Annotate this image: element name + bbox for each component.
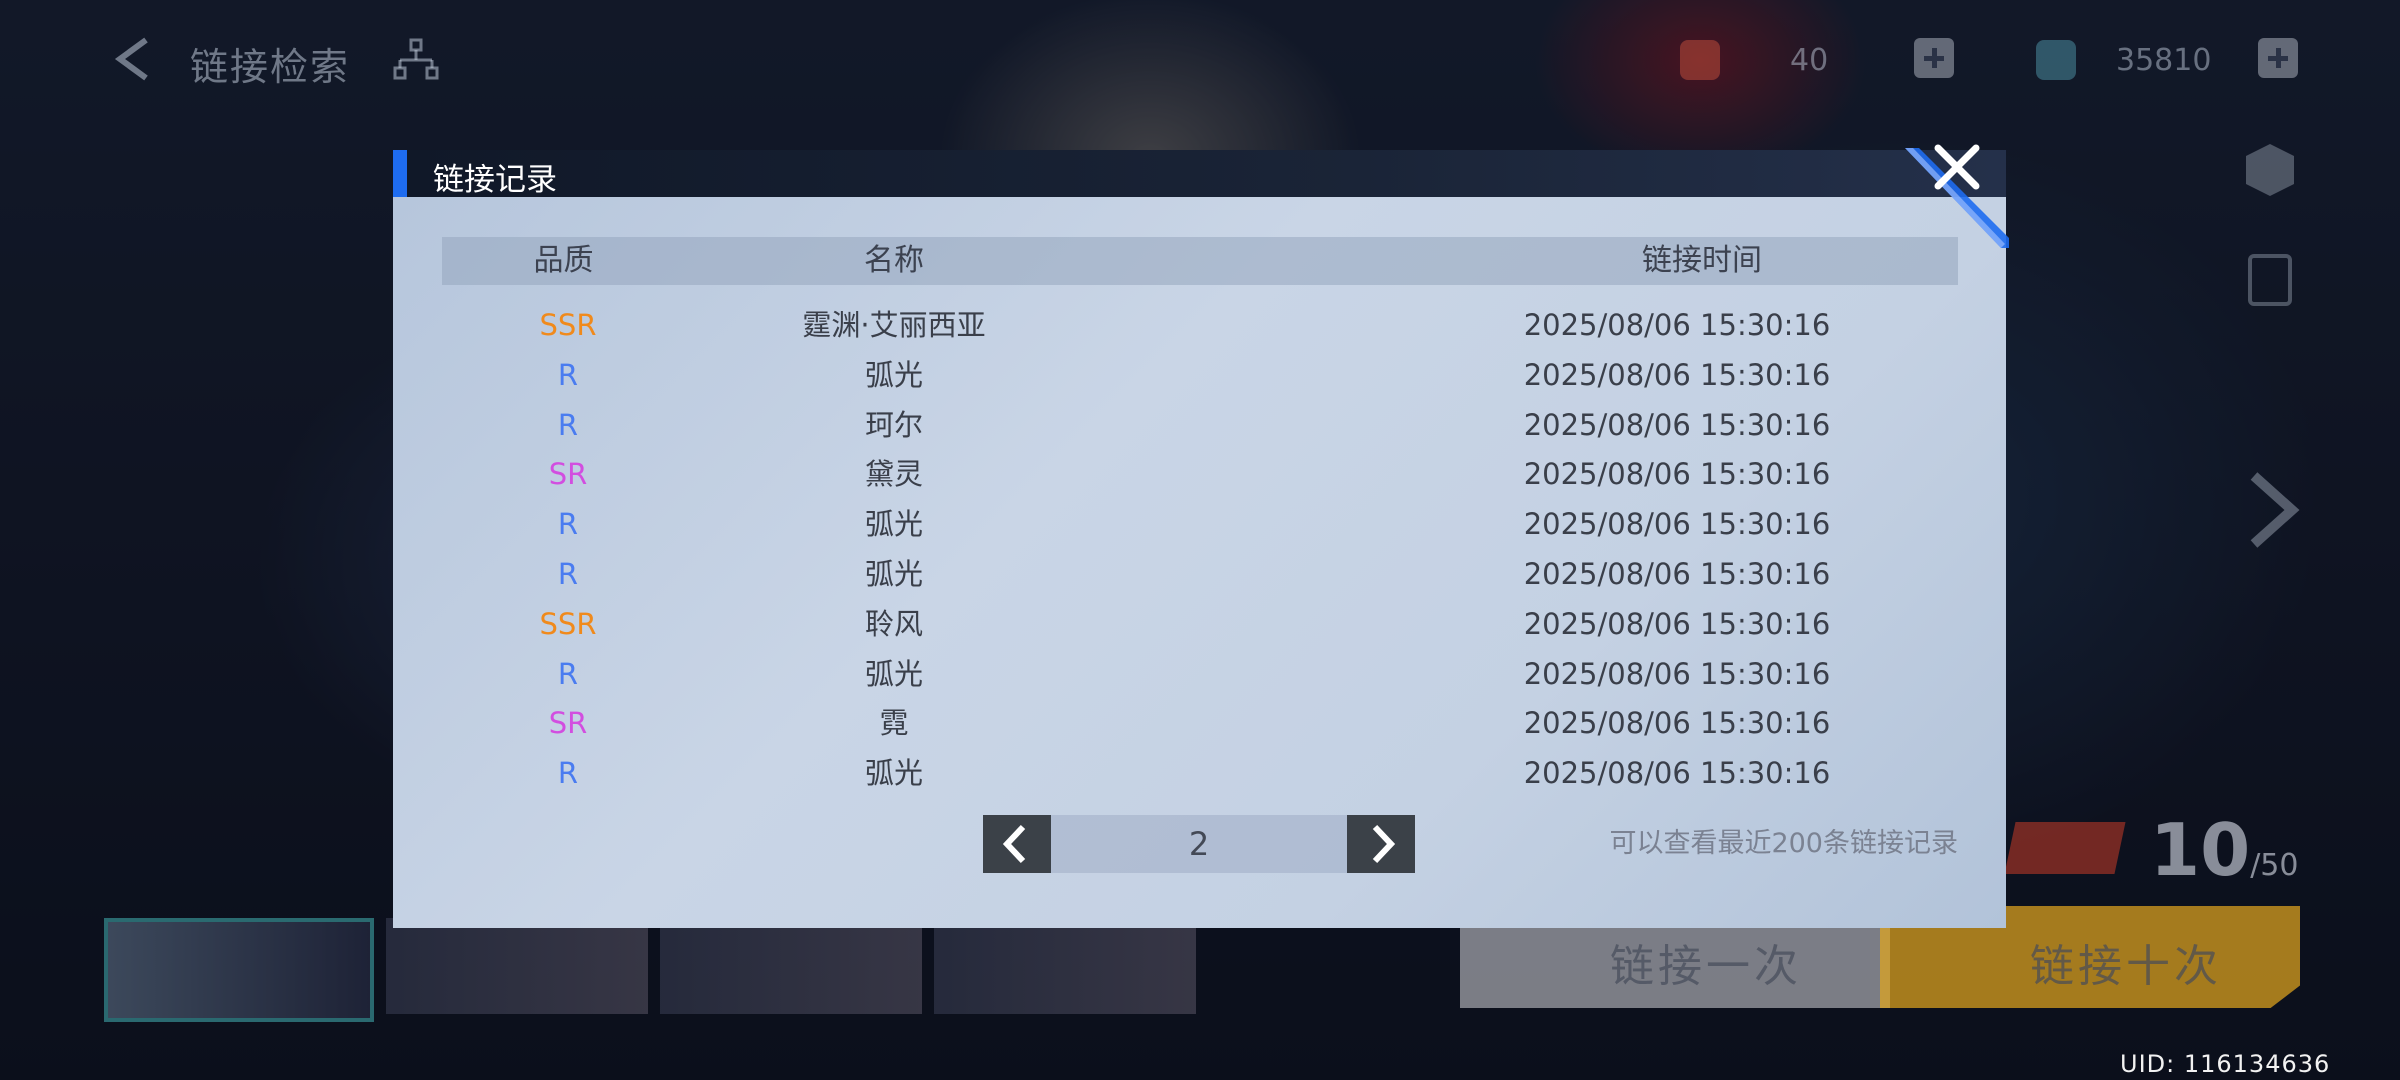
resource-1: 40 bbox=[1680, 38, 1828, 82]
crystal-icon bbox=[2036, 40, 2076, 80]
row-quality: R bbox=[557, 756, 579, 791]
row-quality: R bbox=[557, 656, 579, 691]
close-button[interactable] bbox=[1930, 140, 1984, 194]
table-row: SSR 聆风 2025/08/06 15:30:16 bbox=[442, 599, 1958, 649]
row-quality: SSR bbox=[539, 606, 597, 641]
table-row: R 弧光 2025/08/06 15:30:16 bbox=[442, 549, 1958, 599]
page-number: 2 bbox=[1051, 815, 1347, 873]
resource-2: 35810 bbox=[2036, 38, 2211, 82]
table-row: R 弧光 2025/08/06 15:30:16 bbox=[442, 649, 1958, 699]
row-time: 2025/08/06 15:30:16 bbox=[1523, 556, 1831, 591]
record-icon[interactable] bbox=[2240, 250, 2300, 310]
table-row: R 弧光 2025/08/06 15:30:16 bbox=[442, 748, 1958, 798]
page-title: 链接检索 bbox=[190, 45, 351, 89]
table-row: R 珂尔 2025/08/06 15:30:16 bbox=[442, 400, 1958, 450]
add-resource-2-button[interactable] bbox=[2258, 38, 2298, 78]
hierarchy-icon[interactable] bbox=[392, 38, 440, 82]
chevron-left-icon bbox=[1002, 824, 1026, 864]
banner-thumb[interactable] bbox=[386, 918, 648, 1014]
row-time: 2025/08/06 15:30:16 bbox=[1523, 656, 1831, 691]
banner-thumb[interactable] bbox=[934, 918, 1196, 1014]
top-bar: 链接检索 40 35810 bbox=[0, 0, 2400, 120]
table-row: R 弧光 2025/08/06 15:30:16 bbox=[442, 499, 1958, 549]
history-table: SSR 霆渊·艾丽西亚 2025/08/06 15:30:16 R 弧光 2025/08/… bbox=[442, 300, 1958, 798]
row-time: 2025/08/06 15:30:16 bbox=[1523, 507, 1831, 542]
row-name: 聆风 bbox=[864, 606, 923, 641]
prev-page-button[interactable] bbox=[983, 815, 1051, 873]
banner-thumb[interactable] bbox=[104, 918, 374, 1022]
chevron-right-icon bbox=[1372, 824, 1396, 864]
row-quality: R bbox=[557, 507, 579, 542]
header-accent bbox=[393, 150, 407, 197]
row-name: 弧光 bbox=[864, 556, 923, 591]
row-time: 2025/08/06 15:30:16 bbox=[1523, 756, 1831, 791]
row-name: 弧光 bbox=[864, 656, 923, 691]
currency-icon bbox=[1680, 40, 1720, 80]
row-quality: SR bbox=[548, 457, 588, 492]
row-name: 霆渊·艾丽西亚 bbox=[802, 308, 986, 342]
table-row: R 弧光 2025/08/06 15:30:16 bbox=[442, 350, 1958, 400]
row-quality: SSR bbox=[539, 308, 597, 342]
column-header-quality: 品质 bbox=[533, 243, 594, 278]
dialog-title: 链接记录 bbox=[433, 162, 557, 198]
next-page-button[interactable] bbox=[1347, 815, 1415, 873]
row-time: 2025/08/06 15:30:16 bbox=[1523, 357, 1831, 392]
row-name: 珂尔 bbox=[864, 407, 923, 442]
row-name: 弧光 bbox=[864, 357, 923, 392]
resource-1-value: 40 bbox=[1790, 42, 1829, 78]
resource-2-value: 35810 bbox=[2116, 42, 2212, 78]
pull-once-label: 链接一次 bbox=[1610, 941, 1802, 992]
uid-label: UID: 116134636 bbox=[2120, 1050, 2331, 1078]
row-time: 2025/08/06 15:30:16 bbox=[1523, 606, 1831, 641]
row-name: 黛灵 bbox=[864, 457, 923, 492]
row-time: 2025/08/06 15:30:16 bbox=[1523, 457, 1831, 492]
row-time: 2025/08/06 15:30:16 bbox=[1523, 407, 1831, 442]
row-quality: R bbox=[557, 407, 579, 442]
table-header: 品质 名称 链接时间 bbox=[442, 237, 1958, 285]
pull-ten-label: 链接十次 bbox=[2030, 941, 2222, 992]
add-resource-1-button[interactable] bbox=[1914, 38, 1954, 78]
banner-thumbnails bbox=[104, 918, 1196, 1022]
row-time: 2025/08/06 15:30:16 bbox=[1523, 706, 1831, 741]
row-name: 霓 bbox=[879, 706, 909, 741]
pull-count: 10/50 bbox=[2150, 808, 2299, 892]
row-quality: SR bbox=[548, 706, 588, 741]
history-hint: 可以查看最近200条链接记录 bbox=[1609, 828, 1958, 859]
back-button[interactable] bbox=[108, 34, 158, 84]
row-time: 2025/08/06 15:30:16 bbox=[1523, 308, 1831, 342]
table-row: SSR 霆渊·艾丽西亚 2025/08/06 15:30:16 bbox=[442, 300, 1958, 350]
shield-icon[interactable] bbox=[2240, 140, 2300, 200]
close-icon bbox=[1934, 144, 1980, 190]
row-quality: R bbox=[557, 357, 579, 392]
next-arrow-icon[interactable] bbox=[2236, 470, 2306, 550]
row-quality: R bbox=[557, 556, 579, 591]
dialog-header: 链接记录 bbox=[393, 150, 2006, 198]
banner-thumb[interactable] bbox=[660, 918, 922, 1014]
back-arrow-icon bbox=[114, 37, 148, 81]
table-row: SR 黛灵 2025/08/06 15:30:16 bbox=[442, 449, 1958, 499]
column-header-time: 链接时间 bbox=[1642, 243, 1762, 278]
table-row: SR 霓 2025/08/06 15:30:16 bbox=[442, 698, 1958, 748]
event-badge bbox=[2004, 822, 2126, 874]
column-header-name: 名称 bbox=[864, 243, 924, 278]
row-name: 弧光 bbox=[864, 507, 923, 542]
row-name: 弧光 bbox=[864, 756, 923, 791]
